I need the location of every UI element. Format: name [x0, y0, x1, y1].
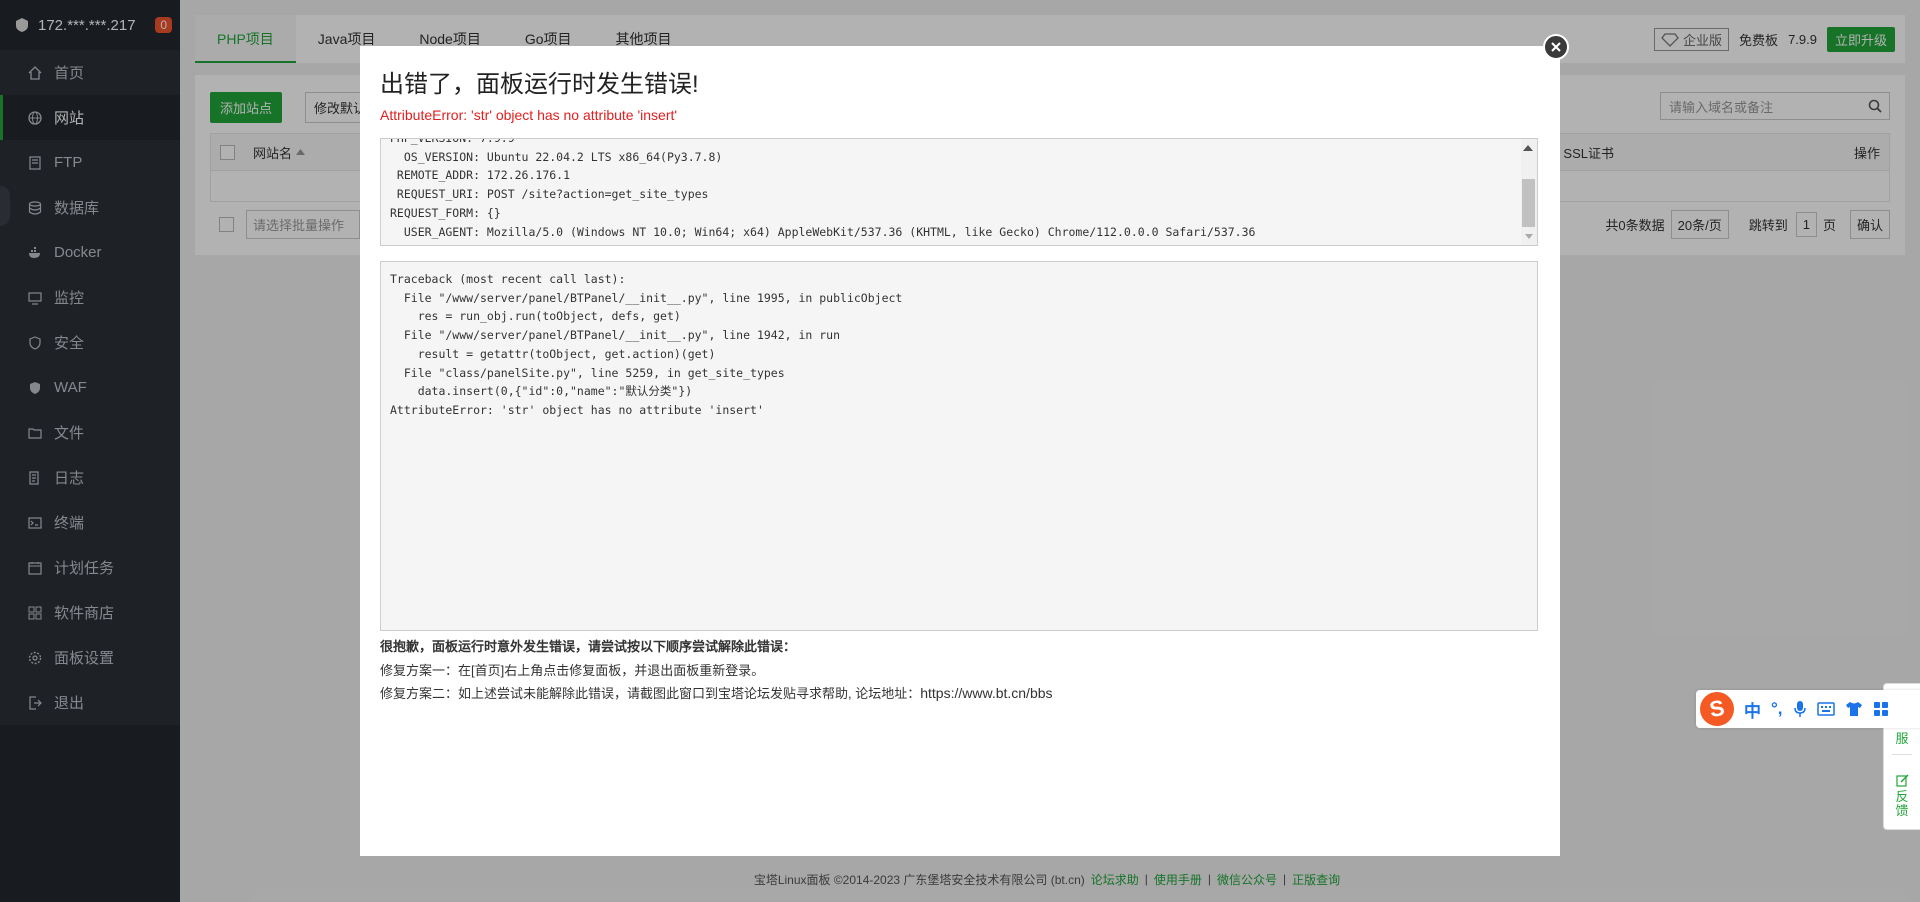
env-line: OS_VERSION: Ubuntu 22.04.2 LTS x86_64(Py… [390, 149, 723, 164]
modal-close-button[interactable] [1543, 34, 1569, 60]
env-line: REMOTE_ADDR: 172.26.176.1 [390, 168, 571, 183]
keyboard-icon[interactable] [1816, 702, 1835, 716]
widget-divider [1892, 754, 1912, 755]
ime-toolbar: S 中 °, [1696, 689, 1920, 729]
customer-service-button[interactable]: 服 [1884, 728, 1920, 747]
scroll-up-arrow-icon[interactable] [1523, 145, 1533, 151]
fix-option-two: 修复方案二：如上述尝试未能解除此错误，请截图此窗口到宝塔论坛发贴寻求帮助, 论坛… [380, 683, 1053, 702]
traceback-line: File "/www/server/panel/BTPanel/__init__… [390, 328, 841, 343]
microphone-icon[interactable] [1793, 700, 1807, 718]
edit-icon [1896, 774, 1909, 787]
request-env-text: PHP_VERSION: 7.9.9 OS_VERSION: Ubuntu 22… [390, 138, 1256, 241]
toolbox-grid-icon[interactable] [1873, 701, 1889, 717]
error-apology-text: 很抱歉，面板运行时意外发生错误，请尝试按以下顺序尝试解除此错误： [380, 639, 797, 654]
fix-option-two-text: 修复方案二：如上述尝试未能解除此错误，请截图此窗口到宝塔论坛发贴寻求帮助, 论坛… [380, 686, 921, 701]
env-line: REQUEST_FORM: {} [390, 205, 501, 220]
feedback-button[interactable]: 反馈 [1884, 790, 1920, 818]
fix-option-one: 修复方案一：在[首页]右上角点击修复面板，并退出面板重新登录。 [380, 663, 765, 678]
traceback-line: AttributeError: 'str' object has no attr… [390, 402, 764, 417]
env-line: USER_AGENT: Mozilla/5.0 (Windows NT 10.0… [390, 224, 1256, 239]
traceback-box[interactable]: Traceback (most recent call last): File … [380, 261, 1538, 631]
traceback-line: res = run_obj.run(toObject, defs, get) [390, 309, 681, 324]
ime-punct-toggle[interactable]: °, [1771, 699, 1783, 719]
close-icon [1551, 42, 1561, 52]
forum-url-link[interactable]: https://www.bt.cn/bbs [920, 685, 1052, 701]
env-line: REQUEST_URI: POST /site?action=get_site_… [390, 187, 709, 202]
error-modal: 出错了，面板运行时发生错误! AttributeError: 'str' obj… [360, 46, 1560, 856]
modal-title: 出错了，面板运行时发生错误! [380, 71, 699, 98]
request-env-box[interactable]: PHP_VERSION: 7.9.9 OS_VERSION: Ubuntu 22… [380, 138, 1538, 246]
scroll-down-arrow-icon[interactable] [1525, 234, 1533, 239]
skin-shirt-icon[interactable] [1845, 701, 1863, 717]
scroll-thumb[interactable] [1522, 179, 1535, 227]
traceback-line: result = getattr(toObject, get.action)(g… [390, 346, 716, 361]
traceback-line: File "/www/server/panel/BTPanel/__init__… [390, 290, 903, 305]
ime-mode-toggle[interactable]: 中 [1744, 697, 1761, 722]
traceback-line: File "class/panelSite.py", line 5259, in… [390, 365, 785, 380]
traceback-line: Traceback (most recent call last): [390, 272, 626, 286]
traceback-line: data.insert(0,{"id":0,"name":"默认分类"}) [390, 384, 693, 399]
modal-error-message: AttributeError: 'str' object has no attr… [380, 107, 678, 123]
env-scrollbar[interactable] [1521, 139, 1537, 245]
env-line: PHP_VERSION: 7.9.9 [390, 138, 515, 145]
sogou-logo-icon[interactable]: S [1697, 689, 1737, 729]
traceback-text: Traceback (most recent call last): File … [390, 270, 902, 420]
